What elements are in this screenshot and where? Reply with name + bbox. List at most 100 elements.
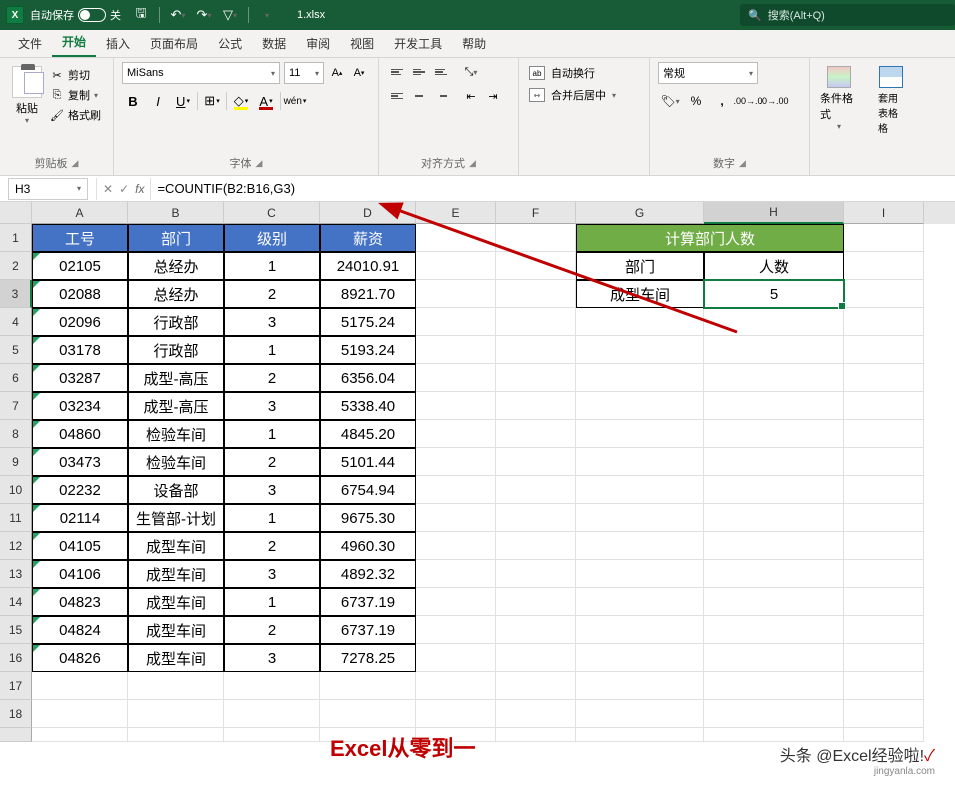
cell[interactable] [496, 644, 576, 672]
cell[interactable] [496, 224, 576, 252]
cell[interactable] [704, 588, 844, 616]
cell[interactable] [844, 252, 924, 280]
cell[interactable] [416, 616, 496, 644]
cell[interactable] [704, 476, 844, 504]
cell[interactable] [704, 616, 844, 644]
row-header[interactable]: 3 [0, 280, 32, 308]
cell[interactable] [416, 504, 496, 532]
dialog-launcher-icon[interactable]: ◢ [739, 158, 746, 169]
cell[interactable]: 9675.30 [320, 504, 416, 532]
cell[interactable] [416, 392, 496, 420]
number-format-select[interactable]: 常规▾ [658, 62, 758, 84]
cell[interactable]: 部门 [128, 224, 224, 252]
cell[interactable] [844, 504, 924, 532]
cell[interactable] [844, 364, 924, 392]
cell[interactable] [576, 588, 704, 616]
cell[interactable] [496, 336, 576, 364]
align-center-icon[interactable] [409, 86, 429, 106]
row-header[interactable]: 16 [0, 644, 32, 672]
cell[interactable] [576, 644, 704, 672]
cell[interactable] [416, 644, 496, 672]
cell[interactable]: 4845.20 [320, 420, 416, 448]
cell[interactable]: 成型-高压 [128, 392, 224, 420]
undo-icon[interactable]: ↶▾ [166, 3, 190, 27]
cell[interactable] [496, 364, 576, 392]
cell[interactable] [416, 308, 496, 336]
select-all-corner[interactable] [0, 202, 32, 224]
cell[interactable] [496, 532, 576, 560]
redo-icon[interactable]: ↷▾ [192, 3, 216, 27]
cell[interactable] [496, 280, 576, 308]
col-header-g[interactable]: G [576, 202, 704, 224]
col-header-c[interactable]: C [224, 202, 320, 224]
filter-icon[interactable]: ▽▾ [218, 3, 242, 27]
cell[interactable]: 4960.30 [320, 532, 416, 560]
cell[interactable] [496, 588, 576, 616]
cell[interactable] [704, 644, 844, 672]
tab-data[interactable]: 数据 [252, 30, 296, 57]
cell[interactable]: 3 [224, 308, 320, 336]
cell[interactable] [416, 280, 496, 308]
cell[interactable]: 1 [224, 588, 320, 616]
cell[interactable] [844, 560, 924, 588]
cell[interactable] [704, 560, 844, 588]
italic-button[interactable]: I [147, 90, 169, 112]
cell[interactable] [704, 504, 844, 532]
cell[interactable] [496, 252, 576, 280]
increase-font-icon[interactable]: A▴ [328, 64, 346, 82]
cell[interactable]: 1 [224, 252, 320, 280]
row-header[interactable]: 5 [0, 336, 32, 364]
cell[interactable]: 6356.04 [320, 364, 416, 392]
cell[interactable]: 6737.19 [320, 616, 416, 644]
cell[interactable] [844, 644, 924, 672]
row-header[interactable]: 6 [0, 364, 32, 392]
cell[interactable] [416, 560, 496, 588]
cell[interactable]: 5193.24 [320, 336, 416, 364]
align-middle-icon[interactable] [409, 62, 429, 82]
cell[interactable] [704, 392, 844, 420]
increase-indent-icon[interactable]: ⇥ [483, 86, 503, 106]
cell[interactable]: 4892.32 [320, 560, 416, 588]
dialog-launcher-icon[interactable]: ◢ [469, 158, 476, 169]
font-color-button[interactable]: A▾ [255, 90, 277, 112]
cell[interactable] [704, 532, 844, 560]
cell[interactable]: 03473 [32, 448, 128, 476]
tab-review[interactable]: 审阅 [296, 30, 340, 57]
toggle-track[interactable] [78, 8, 106, 22]
save-icon[interactable]: 🖫 [129, 3, 153, 27]
col-header-b[interactable]: B [128, 202, 224, 224]
cell[interactable]: 03287 [32, 364, 128, 392]
decrease-decimal-icon[interactable]: .0→.00 [762, 90, 786, 112]
cell[interactable]: 8921.70 [320, 280, 416, 308]
tab-formula[interactable]: 公式 [208, 30, 252, 57]
cell[interactable]: 总经办 [128, 252, 224, 280]
cell[interactable] [844, 392, 924, 420]
cell[interactable] [496, 504, 576, 532]
align-right-icon[interactable] [431, 86, 451, 106]
cell[interactable]: 级别 [224, 224, 320, 252]
cell[interactable]: 1 [224, 420, 320, 448]
cell[interactable]: 成型车间 [128, 644, 224, 672]
orientation-icon[interactable]: ⤡▾ [461, 62, 481, 82]
cell-merged[interactable]: 计算部门人数 [576, 224, 844, 252]
cell[interactable] [576, 504, 704, 532]
row-header[interactable]: 1 [0, 224, 32, 252]
cell[interactable]: 人数 [704, 252, 844, 280]
align-bottom-icon[interactable] [431, 62, 451, 82]
cell[interactable] [844, 336, 924, 364]
cell[interactable]: 检验车间 [128, 448, 224, 476]
col-header-a[interactable]: A [32, 202, 128, 224]
cell[interactable]: 04826 [32, 644, 128, 672]
cell[interactable] [496, 560, 576, 588]
cell[interactable] [576, 364, 704, 392]
cell[interactable] [576, 336, 704, 364]
row-header[interactable]: 9 [0, 448, 32, 476]
cell[interactable] [416, 364, 496, 392]
cell[interactable] [496, 420, 576, 448]
cell[interactable] [844, 224, 924, 252]
phonetic-button[interactable]: wén▾ [284, 90, 306, 112]
tab-file[interactable]: 文件 [8, 30, 52, 57]
search-box[interactable]: 🔍 搜索(Alt+Q) [740, 4, 955, 26]
cell[interactable]: 02114 [32, 504, 128, 532]
col-header-f[interactable]: F [496, 202, 576, 224]
